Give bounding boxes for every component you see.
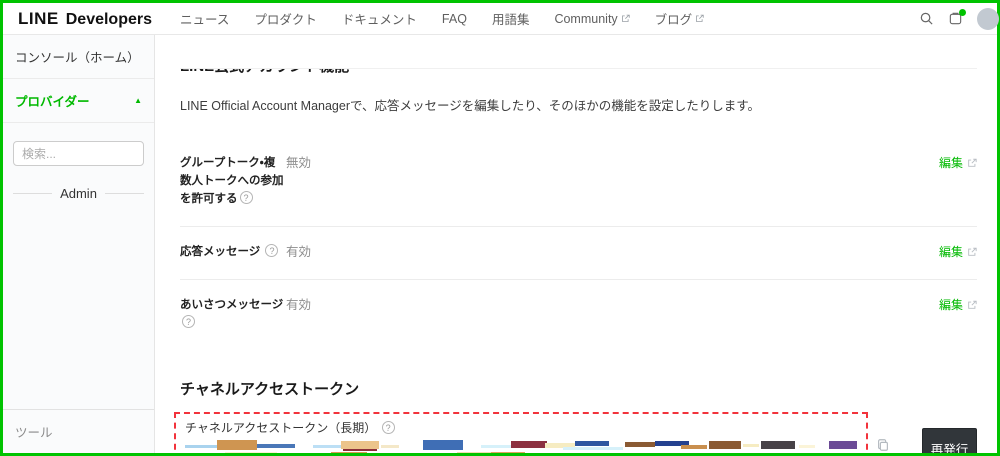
help-icon[interactable]: ? — [239, 191, 253, 204]
setting-row-greeting-message: あいさつメッセージ ? 有効 編集 — [180, 279, 977, 350]
settings-list: グループトーク・複数人トークへの参加を許可する? 無効 編集 応答メッセージ ?… — [180, 138, 977, 350]
nav-item-community[interactable]: Community — [554, 12, 630, 26]
token-highlight-box: チャネルアクセストークン（長期） ? — [174, 412, 868, 453]
nav-item-blog[interactable]: ブログ — [655, 9, 705, 28]
nav-item-news[interactable]: ニュース — [180, 9, 229, 28]
external-link-icon — [967, 158, 977, 168]
nav-item-glossary[interactable]: 用語集 — [492, 9, 530, 28]
sidebar-item-console-home[interactable]: コンソール（ホーム） — [3, 35, 154, 79]
main-content: LINE公式アカウント機能 LINE Official Account Mana… — [155, 35, 997, 453]
section-heading-clipped: LINE公式アカウント機能 — [180, 68, 977, 77]
section-description: LINE Official Account Managerで、応答メッセージを編… — [180, 99, 760, 113]
external-link-icon — [967, 247, 977, 257]
edit-link[interactable]: 編集 — [939, 154, 977, 172]
help-icon[interactable]: ? — [265, 244, 279, 257]
redacted-token-mosaic — [185, 439, 857, 453]
line-developers-logo[interactable]: LINE Developers — [18, 9, 152, 29]
setting-label: あいさつメッセージ ? — [180, 299, 284, 328]
help-icon[interactable]: ? — [381, 421, 395, 434]
divider — [13, 193, 53, 194]
setting-value: 無効 — [286, 156, 312, 170]
nav-item-documents[interactable]: ドキュメント — [342, 9, 417, 28]
provider-name: Admin — [60, 186, 97, 201]
notification-icon[interactable] — [948, 9, 966, 26]
logo-line: LINE — [18, 8, 59, 28]
edit-link[interactable]: 編集 — [939, 296, 977, 314]
top-navbar: LINE Developers ニュース プロダクト ドキュメント FAQ 用語… — [3, 3, 999, 35]
avatar[interactable] — [977, 7, 999, 30]
token-row: チャネルアクセストークン（長期） ? 再発行 — [174, 412, 977, 453]
setting-row-group-talk: グループトーク・複数人トークへの参加を許可する? 無効 編集 — [180, 138, 977, 226]
setting-label: グループトーク・複数人トークへの参加を許可する? — [180, 157, 284, 205]
external-link-icon — [695, 14, 704, 23]
search-icon[interactable] — [919, 11, 934, 26]
sidebar-item-admin-provider[interactable]: Admin — [13, 186, 145, 201]
reissue-button[interactable]: 再発行 — [922, 428, 977, 453]
external-link-icon — [967, 300, 977, 310]
divider — [104, 193, 145, 194]
main-nav: ニュース プロダクト ドキュメント FAQ 用語集 Community ブログ — [180, 9, 704, 28]
sidebar-item-provider[interactable]: プロバイダー ▲ — [3, 79, 154, 123]
page-title: LINE公式アカウント機能 — [180, 69, 977, 77]
external-link-icon — [621, 14, 630, 23]
provider-search-input[interactable] — [13, 141, 144, 166]
setting-value: 有効 — [286, 245, 312, 259]
sidebar: コンソール（ホーム） プロバイダー ▲ Admin ツール — [3, 35, 155, 453]
provider-search — [13, 141, 144, 166]
setting-value: 有効 — [286, 298, 312, 312]
sidebar-item-tools[interactable]: ツール — [3, 409, 154, 453]
page-frame: コンソール（ホーム） プロバイダー ▲ Admin ツール LINE公式アカウン… — [3, 35, 997, 453]
navbar-right — [919, 7, 999, 30]
token-section-title: チャネルアクセストークン — [180, 381, 360, 398]
token-label: チャネルアクセストークン（長期） ? — [185, 419, 857, 436]
copy-icon[interactable] — [876, 438, 890, 452]
help-icon[interactable]: ? — [182, 315, 195, 328]
setting-row-response-message: 応答メッセージ ? 有効 編集 — [180, 226, 977, 279]
setting-label: 応答メッセージ ? — [180, 243, 286, 261]
edit-link[interactable]: 編集 — [939, 243, 977, 261]
nav-item-products[interactable]: プロダクト — [254, 9, 317, 28]
nav-item-faq[interactable]: FAQ — [442, 12, 467, 26]
logo-developers: Developers — [65, 10, 152, 28]
notification-badge — [959, 9, 966, 16]
chevron-up-icon: ▲ — [134, 96, 142, 105]
